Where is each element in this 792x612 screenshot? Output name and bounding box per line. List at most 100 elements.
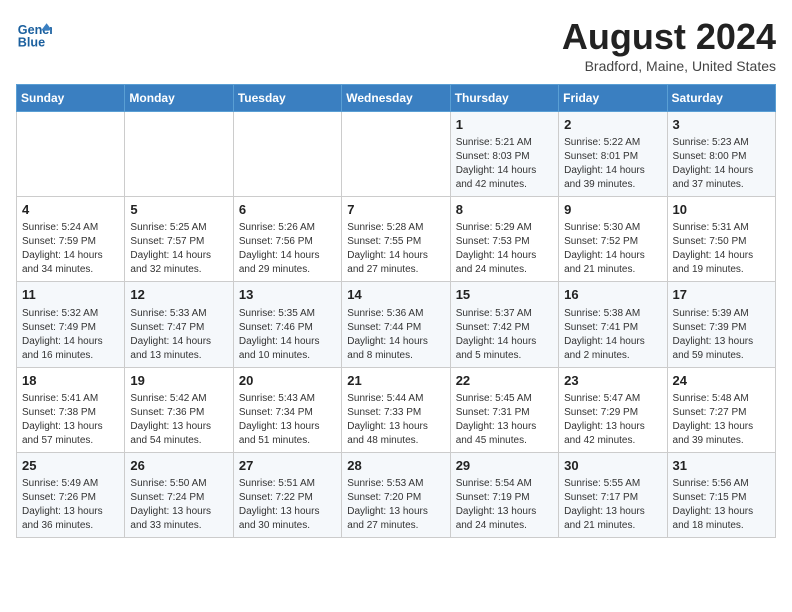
calendar-cell: 24Sunrise: 5:48 AM Sunset: 7:27 PM Dayli… [667, 367, 775, 452]
calendar-cell: 7Sunrise: 5:28 AM Sunset: 7:55 PM Daylig… [342, 197, 450, 282]
day-number: 22 [456, 372, 553, 390]
day-header-thursday: Thursday [450, 85, 558, 112]
calendar-cell: 9 Sunrise: 5:30 AM Sunset: 7:52 PM Daylig… [559, 197, 667, 282]
calendar-cell: 25 Sunrise: 5:49 AM Sunset: 7:26 PM Dayli… [17, 452, 125, 537]
calendar-cell: 2 Sunrise: 5:22 AM Sunset: 8:01 PM Daylig… [559, 112, 667, 197]
day-number: 20 [239, 372, 336, 390]
day-info: Sunrise: 5:55 AM Sunset: 7:17 PM Dayligh… [564, 477, 661, 533]
svg-text:Blue: Blue [18, 36, 45, 50]
calendar-cell: 16 Sunrise: 5:38 AM Sunset: 7:41 PM Dayli… [559, 282, 667, 367]
day-header-tuesday: Tuesday [233, 85, 341, 112]
calendar-cell: 19Sunrise: 5:42 AM Sunset: 7:36 PM Dayli… [125, 367, 233, 452]
calendar-cell [17, 112, 125, 197]
calendar-cell: 31Sunrise: 5:56 AM Sunset: 7:15 PM Dayli… [667, 452, 775, 537]
day-info: Sunrise: 5:54 AM Sunset: 7:19 PM Dayligh… [456, 477, 553, 533]
calendar-cell: 11Sunrise: 5:32 AM Sunset: 7:49 PM Dayli… [17, 282, 125, 367]
title-block: August 2024 Bradford, Maine, United Stat… [562, 16, 776, 74]
calendar-cell: 21 Sunrise: 5:44 AM Sunset: 7:33 PM Dayli… [342, 367, 450, 452]
calendar-header-row: SundayMondayTuesdayWednesdayThursdayFrid… [17, 85, 776, 112]
day-info: Sunrise: 5:56 AM Sunset: 7:15 PM Dayligh… [673, 477, 770, 533]
calendar-cell: 23 Sunrise: 5:47 AM Sunset: 7:29 PM Dayli… [559, 367, 667, 452]
day-info: Sunrise: 5:38 AM Sunset: 7:41 PM Dayligh… [564, 307, 661, 363]
day-number: 17 [673, 286, 770, 304]
day-info: Sunrise: 5:33 AM Sunset: 7:47 PM Dayligh… [130, 307, 227, 363]
calendar-cell: 14 Sunrise: 5:36 AM Sunset: 7:44 PM Dayli… [342, 282, 450, 367]
calendar-cell: 1 Sunrise: 5:21 AM Sunset: 8:03 PM Daylig… [450, 112, 558, 197]
day-number: 5 [130, 201, 227, 219]
day-info: Sunrise: 5:23 AM Sunset: 8:00 PM Dayligh… [673, 136, 770, 192]
page-header: General Blue August 2024 Bradford, Maine… [16, 16, 776, 74]
day-number: 10 [673, 201, 770, 219]
calendar-cell: 30 Sunrise: 5:55 AM Sunset: 7:17 PM Dayli… [559, 452, 667, 537]
calendar-cell: 8Sunrise: 5:29 AM Sunset: 7:53 PM Daylig… [450, 197, 558, 282]
day-info: Sunrise: 5:36 AM Sunset: 7:44 PM Dayligh… [347, 307, 444, 363]
day-number: 12 [130, 286, 227, 304]
day-number: 26 [130, 457, 227, 475]
day-header-friday: Friday [559, 85, 667, 112]
month-title: August 2024 [562, 16, 776, 58]
calendar-cell: 27 Sunrise: 5:51 AM Sunset: 7:22 PM Dayli… [233, 452, 341, 537]
day-header-sunday: Sunday [17, 85, 125, 112]
day-number: 19 [130, 372, 227, 390]
day-number: 2 [564, 116, 661, 134]
day-number: 29 [456, 457, 553, 475]
week-row-5: 25 Sunrise: 5:49 AM Sunset: 7:26 PM Dayli… [17, 452, 776, 537]
day-number: 18 [22, 372, 119, 390]
day-number: 21 [347, 372, 444, 390]
day-number: 1 [456, 116, 553, 134]
day-number: 7 [347, 201, 444, 219]
day-info: Sunrise: 5:49 AM Sunset: 7:26 PM Dayligh… [22, 477, 119, 533]
day-number: 27 [239, 457, 336, 475]
day-header-wednesday: Wednesday [342, 85, 450, 112]
day-info: Sunrise: 5:24 AM Sunset: 7:59 PM Dayligh… [22, 221, 119, 277]
calendar-cell: 26 Sunrise: 5:50 AM Sunset: 7:24 PM Dayli… [125, 452, 233, 537]
day-number: 14 [347, 286, 444, 304]
day-number: 4 [22, 201, 119, 219]
week-row-2: 4 Sunrise: 5:24 AM Sunset: 7:59 PM Daylig… [17, 197, 776, 282]
day-info: Sunrise: 5:51 AM Sunset: 7:22 PM Dayligh… [239, 477, 336, 533]
day-info: Sunrise: 5:35 AM Sunset: 7:46 PM Dayligh… [239, 307, 336, 363]
day-info: Sunrise: 5:31 AM Sunset: 7:50 PM Dayligh… [673, 221, 770, 277]
day-number: 11 [22, 286, 119, 304]
day-info: Sunrise: 5:26 AM Sunset: 7:56 PM Dayligh… [239, 221, 336, 277]
day-info: Sunrise: 5:25 AM Sunset: 7:57 PM Dayligh… [130, 221, 227, 277]
day-info: Sunrise: 5:53 AM Sunset: 7:20 PM Dayligh… [347, 477, 444, 533]
calendar-cell: 29 Sunrise: 5:54 AM Sunset: 7:19 PM Dayli… [450, 452, 558, 537]
calendar-cell: 3 Sunrise: 5:23 AM Sunset: 8:00 PM Daylig… [667, 112, 775, 197]
week-row-1: 1 Sunrise: 5:21 AM Sunset: 8:03 PM Daylig… [17, 112, 776, 197]
day-info: Sunrise: 5:30 AM Sunset: 7:52 PM Dayligh… [564, 221, 661, 277]
calendar-body: 1 Sunrise: 5:21 AM Sunset: 8:03 PM Daylig… [17, 112, 776, 538]
day-info: Sunrise: 5:50 AM Sunset: 7:24 PM Dayligh… [130, 477, 227, 533]
location: Bradford, Maine, United States [562, 58, 776, 74]
calendar-cell: 28 Sunrise: 5:53 AM Sunset: 7:20 PM Dayli… [342, 452, 450, 537]
day-info: Sunrise: 5:22 AM Sunset: 8:01 PM Dayligh… [564, 136, 661, 192]
week-row-3: 11Sunrise: 5:32 AM Sunset: 7:49 PM Dayli… [17, 282, 776, 367]
day-info: Sunrise: 5:44 AM Sunset: 7:33 PM Dayligh… [347, 392, 444, 448]
day-info: Sunrise: 5:47 AM Sunset: 7:29 PM Dayligh… [564, 392, 661, 448]
calendar-cell: 22 Sunrise: 5:45 AM Sunset: 7:31 PM Dayli… [450, 367, 558, 452]
calendar-cell: 13 Sunrise: 5:35 AM Sunset: 7:46 PM Dayli… [233, 282, 341, 367]
day-number: 6 [239, 201, 336, 219]
day-info: Sunrise: 5:41 AM Sunset: 7:38 PM Dayligh… [22, 392, 119, 448]
day-number: 30 [564, 457, 661, 475]
day-number: 9 [564, 201, 661, 219]
day-number: 3 [673, 116, 770, 134]
calendar-cell: 4 Sunrise: 5:24 AM Sunset: 7:59 PM Daylig… [17, 197, 125, 282]
day-info: Sunrise: 5:37 AM Sunset: 7:42 PM Dayligh… [456, 307, 553, 363]
day-header-saturday: Saturday [667, 85, 775, 112]
day-info: Sunrise: 5:45 AM Sunset: 7:31 PM Dayligh… [456, 392, 553, 448]
logo: General Blue [16, 16, 52, 52]
day-number: 16 [564, 286, 661, 304]
day-number: 13 [239, 286, 336, 304]
day-number: 25 [22, 457, 119, 475]
calendar-cell: 18 Sunrise: 5:41 AM Sunset: 7:38 PM Dayli… [17, 367, 125, 452]
day-number: 23 [564, 372, 661, 390]
day-number: 28 [347, 457, 444, 475]
calendar-cell: 12 Sunrise: 5:33 AM Sunset: 7:47 PM Dayli… [125, 282, 233, 367]
day-info: Sunrise: 5:39 AM Sunset: 7:39 PM Dayligh… [673, 307, 770, 363]
day-info: Sunrise: 5:21 AM Sunset: 8:03 PM Dayligh… [456, 136, 553, 192]
logo-icon: General Blue [16, 16, 52, 52]
calendar-cell: 6 Sunrise: 5:26 AM Sunset: 7:56 PM Daylig… [233, 197, 341, 282]
week-row-4: 18 Sunrise: 5:41 AM Sunset: 7:38 PM Dayli… [17, 367, 776, 452]
day-info: Sunrise: 5:43 AM Sunset: 7:34 PM Dayligh… [239, 392, 336, 448]
